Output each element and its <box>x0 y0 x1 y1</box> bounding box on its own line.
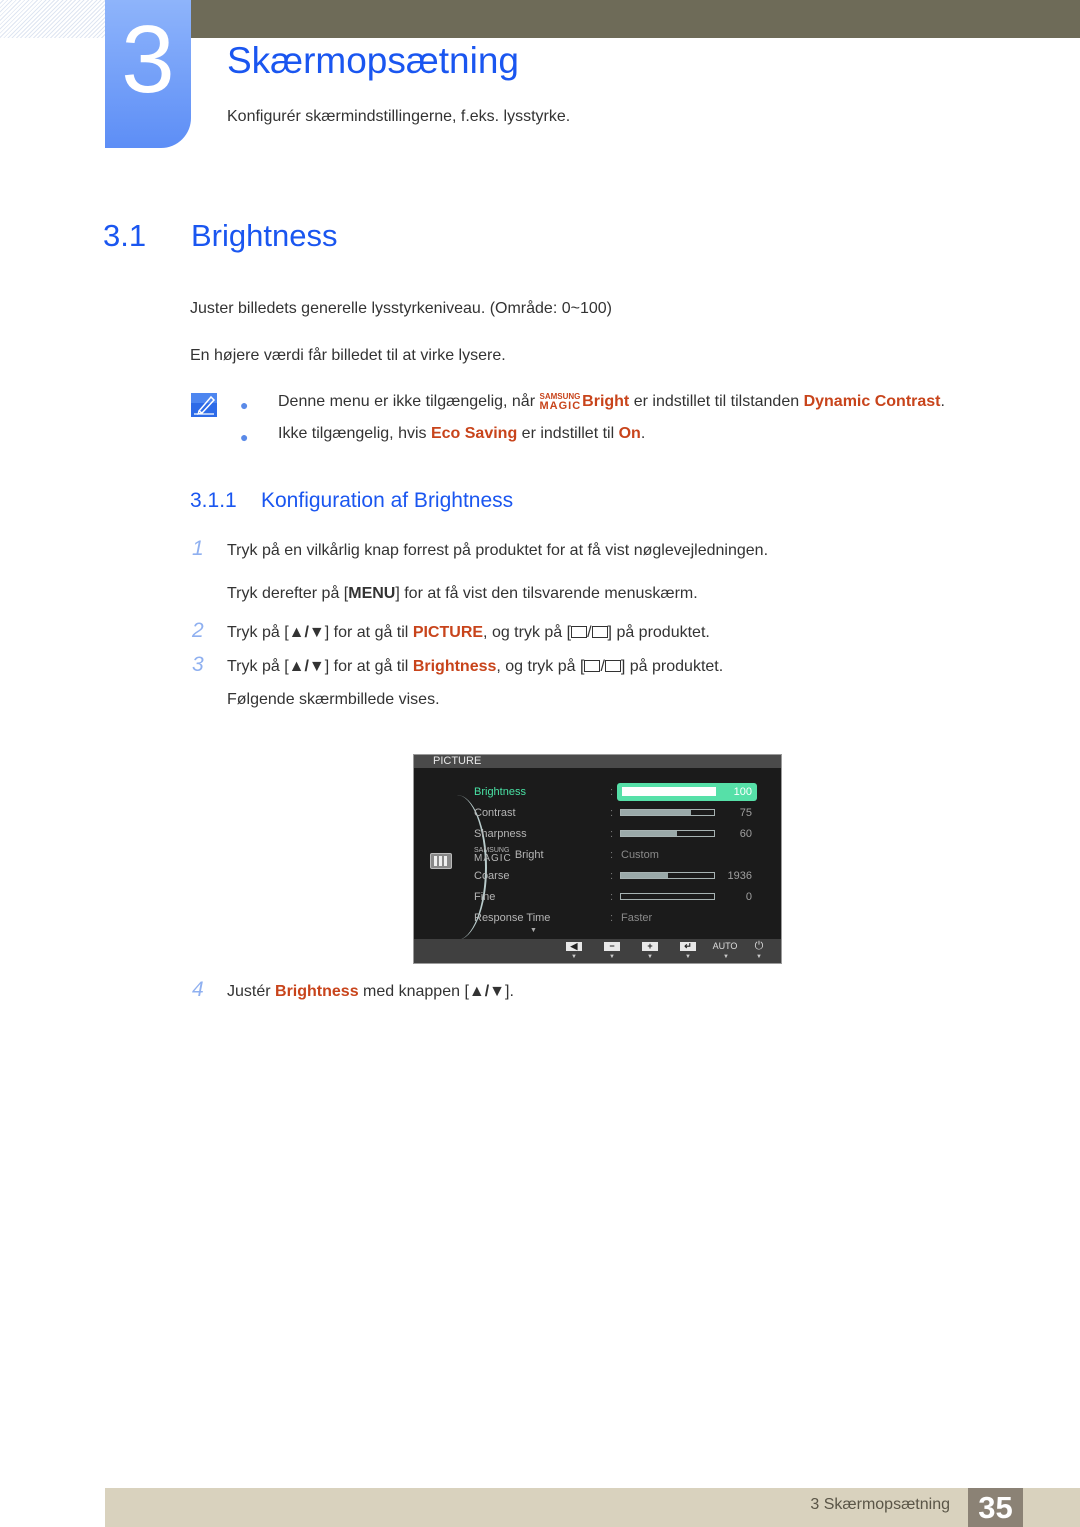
chapter-number: 3 <box>121 6 175 113</box>
button-arrow-icon: ▼ <box>571 954 577 960</box>
magic-bright-word: Bright <box>582 393 630 410</box>
step-number: 4 <box>192 978 204 1001</box>
osd-row-fine: Fine : 0 <box>474 891 752 903</box>
button-arrow-icon: ▼ <box>756 954 762 960</box>
footer-chapter-label: 3 Skærmopsætning <box>810 1496 950 1513</box>
note-1-text: Denne menu er ikke tilgængelig, når <box>278 393 540 410</box>
step-number: 1 <box>192 537 204 560</box>
up-down-arrows-icon: ▲/▼ <box>288 658 325 675</box>
source-button-icon <box>584 660 601 672</box>
subsection-number: 3.1.1 <box>190 489 237 512</box>
chapter-title: Skærmopsætning <box>227 40 520 81</box>
up-down-arrows-icon: ▲/▼ <box>468 983 506 1000</box>
osd-slider-fill <box>623 788 715 795</box>
note-pencil-icon <box>191 393 217 417</box>
step-3b-text: Følgende skærmbillede vises. <box>227 691 440 708</box>
section-title: Brightness <box>191 218 338 253</box>
on-term: On <box>618 425 641 442</box>
button-arrow-icon: ▼ <box>723 954 729 960</box>
osd-row-magic-bright: SAMSUNG MAGIC Bright : Custom <box>474 846 659 864</box>
chapter-subtitle: Konfigurér skærmindstillingerne, f.eks. … <box>227 108 571 125</box>
scroll-down-arrow-icon: ▼ <box>530 927 537 934</box>
osd-menu-screenshot: PICTURE Brightness : 100 Contrast : 75 S… <box>413 754 782 964</box>
up-down-arrows-icon: ▲/▼ <box>288 624 325 641</box>
bullet-dot: ● <box>240 397 249 413</box>
brightness-term: Brightness <box>275 983 359 1000</box>
osd-button-bar: ◀ ▼ − ▼ + ▼ ↵ ▼ AUTO ▼ ⏻ ▼ <box>414 939 781 963</box>
osd-slider-fill <box>621 831 677 836</box>
note-1: Denne menu er ikke tilgængelig, når SAMS… <box>278 392 945 412</box>
menu-key: MENU <box>348 585 396 602</box>
enter-button-icon <box>591 626 608 638</box>
step-1b-text: Tryk derefter på [MENU] for at få vist d… <box>227 585 698 602</box>
button-arrow-icon: ▼ <box>609 954 615 960</box>
osd-row-brightness: Brightness : 100 <box>474 782 774 802</box>
decorative-hatch <box>0 0 106 38</box>
enter-button-icon: ↵ <box>680 942 696 951</box>
osd-header: PICTURE <box>414 755 781 768</box>
osd-slider-fill <box>621 873 668 878</box>
osd-row-coarse: Coarse : 1936 <box>474 870 752 882</box>
auto-button-icon: AUTO <box>712 941 738 951</box>
osd-header-title: PICTURE <box>433 755 482 767</box>
step-number: 3 <box>192 653 204 676</box>
page-number: 35 <box>968 1488 1023 1527</box>
header-bar <box>190 0 1080 38</box>
power-button-icon: ⏻ <box>754 940 764 952</box>
picture-term: PICTURE <box>412 624 484 641</box>
minus-button-icon: − <box>604 942 620 951</box>
step-2-text: Tryk på [▲/▼] for at gå til PICTURE, og … <box>227 624 710 641</box>
osd-slider <box>620 872 715 879</box>
step-4-text: Justér Brightness med knappen [▲/▼]. <box>227 983 514 1000</box>
step-3-text: Tryk på [▲/▼] for at gå til Brightness, … <box>227 658 724 675</box>
plus-button-icon: + <box>642 942 658 951</box>
section-para-2: En højere værdi får billedet til at virk… <box>190 347 506 364</box>
osd-row-response-time: Response Time : Faster <box>474 912 653 924</box>
osd-row-sharpness: Sharpness : 60 <box>474 828 752 840</box>
osd-row-contrast: Contrast : 75 <box>474 807 752 819</box>
chapter-badge: 3 <box>105 0 191 148</box>
picture-menu-icon <box>430 853 452 869</box>
left-button-icon: ◀ <box>566 942 582 951</box>
osd-slider-fill <box>621 810 691 815</box>
magic-bright-logo: SAMSUNG MAGIC <box>474 846 512 864</box>
osd-slider <box>622 787 716 796</box>
dynamic-contrast-term: Dynamic Contrast <box>803 393 941 410</box>
section-number: 3.1 <box>103 218 147 253</box>
note-2: Ikke tilgængelig, hvis Eco Saving er ind… <box>278 425 646 442</box>
brightness-term: Brightness <box>412 658 497 675</box>
bullet-dot: ● <box>240 429 249 445</box>
button-arrow-icon: ▼ <box>647 954 653 960</box>
page-footer: 3 Skærmopsætning 35 <box>105 1488 1080 1527</box>
osd-slider <box>620 893 715 900</box>
magic-bright-logo: SAMSUNG MAGIC <box>539 392 582 412</box>
section-para-1: Juster billedets generelle lysstyrkenive… <box>190 300 612 317</box>
step-1-text: Tryk på en vilkårlig knap forrest på pro… <box>227 542 769 559</box>
enter-button-icon <box>604 660 621 672</box>
osd-slider <box>620 830 715 837</box>
eco-saving-term: Eco Saving <box>430 425 518 442</box>
subsection-title: Konfiguration af Brightness <box>261 489 514 512</box>
button-arrow-icon: ▼ <box>685 954 691 960</box>
osd-slider <box>620 809 715 816</box>
step-number: 2 <box>192 619 204 642</box>
source-button-icon <box>571 626 588 638</box>
